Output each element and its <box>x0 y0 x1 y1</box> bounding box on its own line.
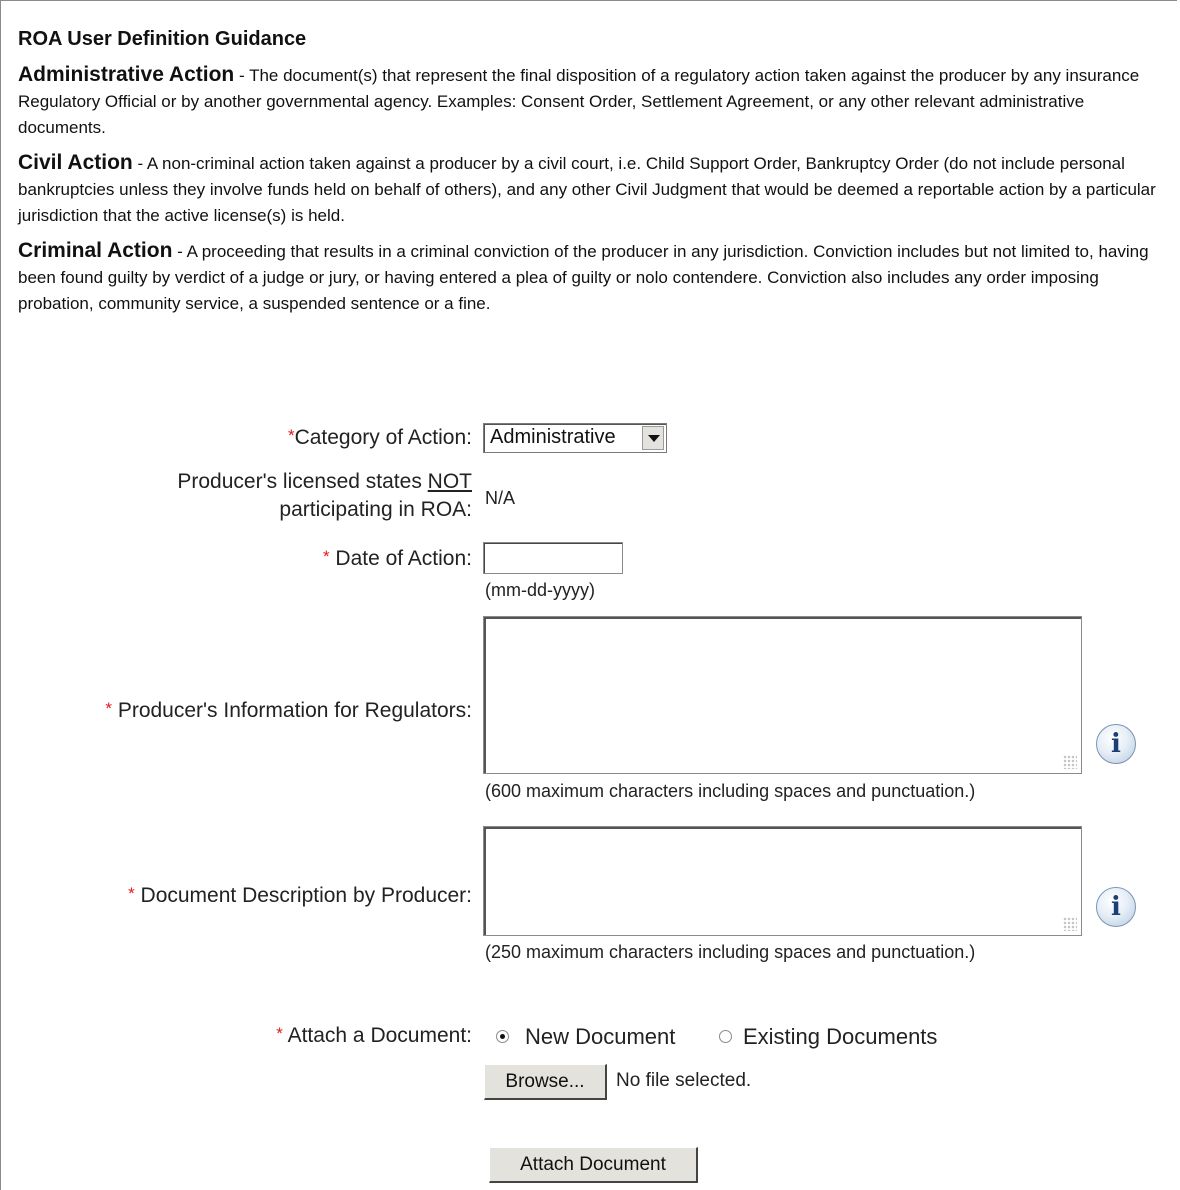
definition-term: Criminal Action <box>18 239 173 262</box>
definition-term: Civil Action <box>18 151 133 174</box>
guidance-title: ROA User Definition Guidance <box>18 28 307 50</box>
new-document-radio[interactable] <box>496 1030 509 1043</box>
definition-separator: - <box>234 66 250 85</box>
doc-desc-label-text: Document Description by Producer: <box>134 884 472 907</box>
file-status: No file selected. <box>616 1070 752 1091</box>
producer-info-limit-hint: (600 maximum characters including spaces… <box>485 781 976 801</box>
date-input[interactable] <box>483 542 623 574</box>
definition-term: Administrative Action <box>18 63 235 86</box>
producer-info-textarea[interactable] <box>483 616 1082 774</box>
licensed-states-label: Producer's licensed states NOT participa… <box>177 468 472 524</box>
definition-separator: - <box>172 242 187 261</box>
doc-desc-label: * Document Description by Producer: <box>128 882 472 910</box>
date-format-hint: (mm-dd-yyyy) <box>485 580 595 600</box>
definition-text: A non-criminal action taken against a pr… <box>18 154 1156 225</box>
doc-desc-limit-hint: (250 maximum characters including spaces… <box>485 942 976 962</box>
definition-text: A proceeding that results in a criminal … <box>18 242 1149 313</box>
new-document-label[interactable]: New Document <box>525 1024 675 1050</box>
resize-grip-icon[interactable] <box>1063 755 1077 769</box>
category-label-text: Category of Action: <box>294 426 472 449</box>
info-icon[interactable]: i <box>1096 724 1136 764</box>
browse-button[interactable]: Browse... <box>484 1064 607 1100</box>
info-icon[interactable]: i <box>1096 887 1136 927</box>
licensed-states-label-not: NOT <box>427 470 472 493</box>
resize-grip-icon[interactable] <box>1063 917 1077 931</box>
definition-civil: Civil Action - A non-criminal action tak… <box>18 150 1168 229</box>
date-label-text: Date of Action: <box>329 547 472 570</box>
existing-documents-label[interactable]: Existing Documents <box>743 1024 937 1050</box>
category-select[interactable]: Administrative <box>483 423 667 453</box>
guidance-section: ROA User Definition Guidance Administrat… <box>18 26 1168 326</box>
definition-administrative: Administrative Action - The document(s) … <box>18 62 1168 141</box>
required-marker: * <box>105 699 112 718</box>
producer-info-label-text: Producer's Information for Regulators: <box>111 699 472 722</box>
date-label: * Date of Action: <box>323 545 472 573</box>
licensed-states-value: N/A <box>485 488 516 508</box>
licensed-states-label-part2: participating in ROA: <box>279 498 472 521</box>
definition-separator: - <box>132 154 147 173</box>
required-marker: * <box>276 1024 283 1043</box>
existing-documents-radio[interactable] <box>719 1030 732 1043</box>
licensed-states-label-part1: Producer's licensed states <box>177 470 428 493</box>
info-icon-glyph: i <box>1111 729 1121 759</box>
chevron-down-icon[interactable] <box>642 426 664 450</box>
attach-label-text: Attach a Document: <box>282 1024 472 1047</box>
definition-criminal: Criminal Action - A proceeding that resu… <box>18 238 1168 317</box>
info-icon-glyph: i <box>1111 892 1121 922</box>
attach-label: * Attach a Document: <box>276 1022 472 1050</box>
required-marker: * <box>322 547 330 566</box>
category-label: *Category of Action: <box>288 424 472 452</box>
required-marker: * <box>287 426 295 445</box>
required-marker: * <box>128 884 135 903</box>
doc-desc-textarea[interactable] <box>483 826 1082 936</box>
category-selected-value: Administrative <box>490 426 616 448</box>
producer-info-label: * Producer's Information for Regulators: <box>105 697 472 725</box>
